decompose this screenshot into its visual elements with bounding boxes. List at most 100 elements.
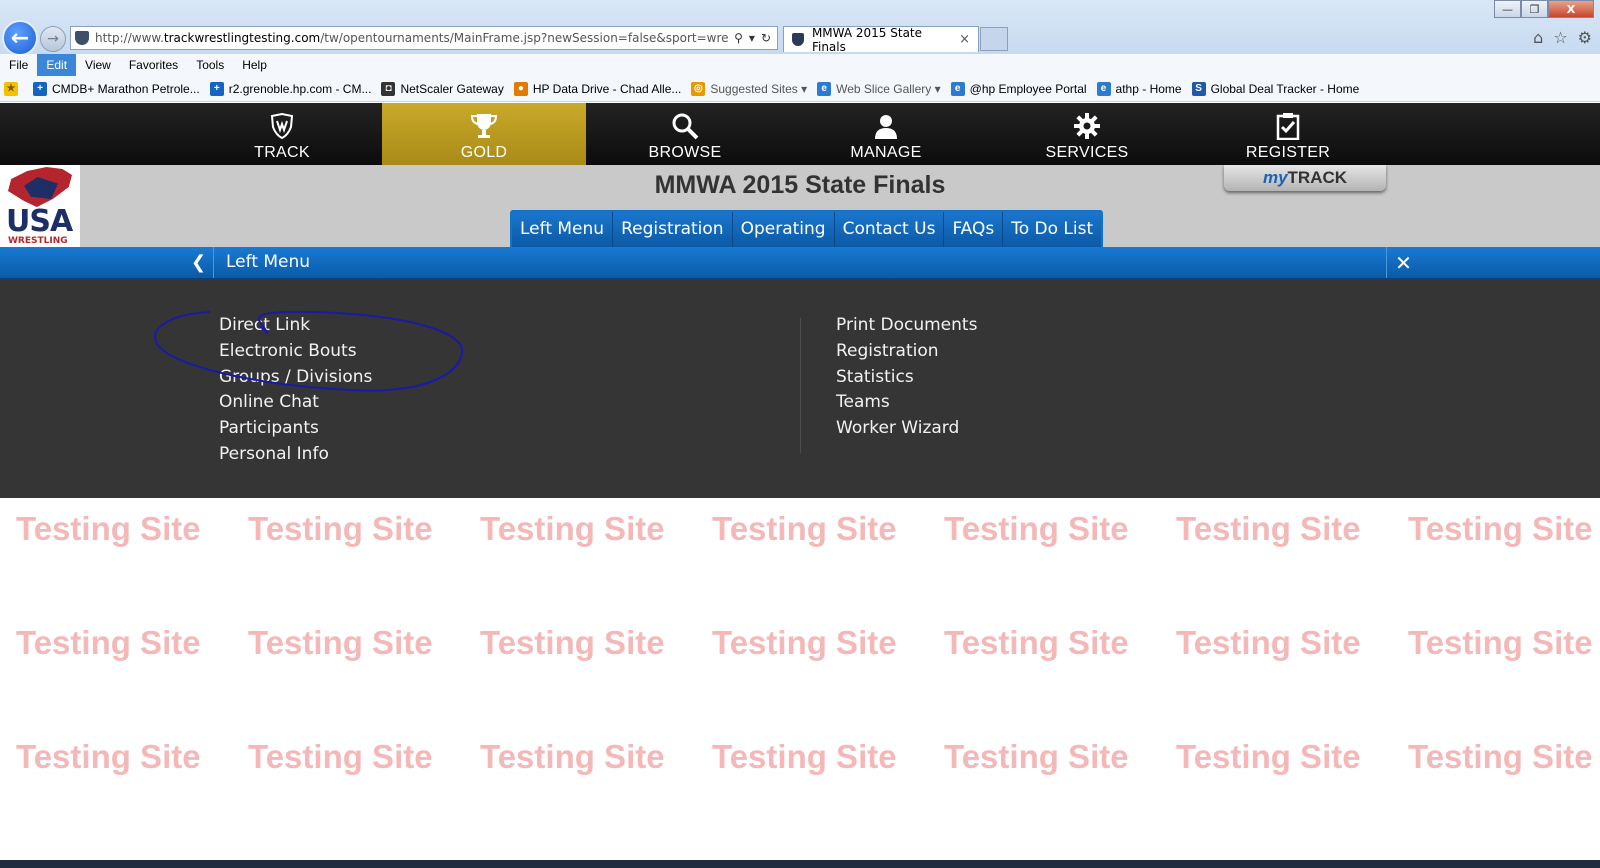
watermark-text: Testing Site — [1408, 624, 1593, 661]
event-tabs: Left Menu Registration Operating Contact Us… — [510, 210, 1104, 247]
watermark-text: Testing Site — [248, 738, 433, 775]
watermark-text: Testing Site — [480, 510, 665, 547]
nav-label: TRACK — [254, 144, 310, 161]
panel-close-button[interactable]: ✕ — [1386, 247, 1420, 278]
forward-button[interactable]: → — [40, 26, 66, 52]
tab-close-icon[interactable]: × — [959, 32, 970, 47]
new-tab-button[interactable] — [980, 27, 1008, 51]
nav-manage[interactable]: MANAGE — [784, 103, 988, 165]
back-button[interactable]: ← — [2, 20, 38, 56]
favorite-label: CMDB+ Marathon Petrole... — [52, 81, 200, 96]
menu-link-groups-divisions[interactable]: Groups / Divisions — [219, 365, 372, 391]
nav-register[interactable]: REGISTER — [1186, 103, 1390, 165]
favorite-icon: ◎ — [691, 81, 706, 96]
menu-file[interactable]: File — [0, 54, 37, 76]
minimize-button[interactable]: — — [1494, 0, 1521, 18]
search-icon[interactable]: ⚲ — [734, 31, 743, 45]
watermark-text: Testing Site — [16, 738, 201, 775]
browser-chrome: — ❐ X ← → http://www.trackwrestlingtesti… — [0, 0, 1600, 56]
logo-usa-text: USA — [6, 204, 73, 239]
tab-contact-us[interactable]: Contact Us — [834, 212, 945, 247]
browser-tab[interactable]: MMWA 2015 State Finals × — [783, 25, 979, 54]
tab-faqs[interactable]: FAQs — [944, 212, 1004, 247]
favorite-label: HP Data Drive - Chad Alle... — [532, 81, 682, 96]
home-icon[interactable]: ⌂ — [1533, 28, 1543, 47]
menu-help[interactable]: Help — [233, 54, 276, 76]
favorite-icon: e — [1096, 81, 1111, 96]
menu-link-direct-link[interactable]: Direct Link — [219, 313, 372, 339]
close-window-button[interactable]: X — [1548, 0, 1594, 18]
address-bar[interactable]: http://www.trackwrestlingtesting.com/tw/… — [70, 26, 778, 50]
url-text[interactable]: http://www.trackwrestlingtesting.com/tw/… — [95, 31, 728, 45]
mytrack-button[interactable]: my TRACK — [1224, 165, 1386, 191]
logo-wrestling-text: WRESTLING — [8, 236, 68, 246]
watermark-text: Testing Site — [480, 738, 665, 775]
tab-to-do-list[interactable]: To Do List — [1003, 212, 1102, 247]
nav-label: REGISTER — [1245, 144, 1331, 161]
settings-gear-icon[interactable]: ⚙ — [1578, 28, 1592, 47]
favorite-icon: ● — [513, 81, 528, 96]
tab-title: MMWA 2015 State Finals — [811, 25, 923, 54]
watermark-text: Testing Site — [1176, 624, 1361, 661]
nav-services[interactable]: SERVICES — [985, 103, 1189, 165]
menu-link-participants[interactable]: Participants — [219, 416, 372, 442]
favorite-link[interactable]: ◎ Suggested Sites ▾ — [691, 81, 807, 96]
menu-favorites[interactable]: Favorites — [120, 54, 187, 76]
maximize-button[interactable]: ❐ — [1521, 0, 1548, 18]
favorite-link[interactable]: S Global Deal Tracker - Home — [1191, 81, 1360, 96]
shield-icon — [270, 112, 294, 140]
favorite-icon: S — [1191, 81, 1206, 96]
favorites-star-icon[interactable]: ☆ — [1553, 28, 1567, 47]
nav-gold[interactable]: GOLD — [382, 103, 586, 165]
watermark-area: Testing Site Testing Site Testing Site Test… — [0, 498, 1600, 860]
tab-operating[interactable]: Operating — [732, 212, 835, 247]
menu-view[interactable]: View — [76, 54, 120, 76]
menu-link-statistics[interactable]: Statistics — [836, 365, 977, 391]
tab-registration[interactable]: Registration — [613, 212, 733, 247]
favorite-link[interactable]: e @hp Employee Portal — [950, 81, 1087, 96]
menu-link-worker-wizard[interactable]: Worker Wizard — [836, 416, 977, 442]
window-controls: — ❐ X — [1494, 0, 1594, 20]
favorite-link[interactable]: e Web Slice Gallery ▾ — [817, 81, 941, 96]
favorite-link[interactable]: e athp - Home — [1096, 81, 1182, 96]
watermark-text: Testing Site — [712, 624, 897, 661]
panel-title: Left Menu — [226, 252, 311, 272]
mytrack-track-text: TRACK — [1287, 168, 1348, 187]
menu-link-electronic-bouts[interactable]: Electronic Bouts — [219, 339, 372, 365]
dropdown-icon[interactable]: ▾ — [749, 31, 755, 45]
favorite-link[interactable]: + r2.grenoble.hp.com - CM... — [209, 81, 372, 96]
menu-link-online-chat[interactable]: Online Chat — [219, 390, 372, 416]
menu-link-registration[interactable]: Registration — [836, 339, 977, 365]
favorites-bar: ★ + CMDB+ Marathon Petrole... + r2.grenoble… — [0, 76, 1600, 102]
panel-header: ❮ Left Menu ✕ — [0, 247, 1600, 280]
panel-back-button[interactable]: ❮ — [184, 247, 214, 278]
favorite-link[interactable]: + CMDB+ Marathon Petrole... — [33, 81, 200, 96]
user-icon — [873, 112, 899, 140]
menu-tools[interactable]: Tools — [187, 54, 233, 76]
favorite-label: Global Deal Tracker - Home — [1210, 81, 1360, 96]
nav-track[interactable]: TRACK — [180, 103, 384, 165]
refresh-icon[interactable]: ↻ — [761, 31, 771, 45]
watermark-row: Testing Site Testing Site Testing Site Test… — [16, 624, 1600, 662]
menu-link-print-documents[interactable]: Print Documents — [836, 313, 977, 339]
favorite-icon: e — [817, 81, 832, 96]
mytrack-my-text: my — [1262, 168, 1288, 187]
gear-icon — [1073, 112, 1101, 140]
site-shield-icon — [75, 31, 89, 45]
menu-bar: File Edit View Favorites Tools Help — [0, 54, 1600, 76]
favorite-label: r2.grenoble.hp.com - CM... — [228, 81, 372, 96]
nav-browse[interactable]: BROWSE — [583, 103, 787, 165]
favorites-star-icon[interactable]: ★ — [4, 81, 23, 96]
favorite-icon: + — [33, 81, 47, 96]
menu-edit[interactable]: Edit — [37, 54, 77, 76]
favorite-link[interactable]: ● HP Data Drive - Chad Alle... — [513, 81, 682, 96]
tab-left-menu[interactable]: Left Menu — [512, 212, 614, 247]
favorite-icon: ◘ — [381, 81, 396, 96]
favorite-link[interactable]: ◘ NetScaler Gateway — [381, 81, 504, 96]
menu-link-personal-info[interactable]: Personal Info — [219, 442, 372, 468]
nav-label: GOLD — [460, 144, 508, 161]
menu-column-right: Print Documents Registration Statistics Tea… — [836, 313, 977, 442]
favorite-label: @hp Employee Portal — [969, 81, 1087, 96]
menu-link-teams[interactable]: Teams — [836, 390, 977, 416]
nav-label: BROWSE — [648, 144, 722, 161]
